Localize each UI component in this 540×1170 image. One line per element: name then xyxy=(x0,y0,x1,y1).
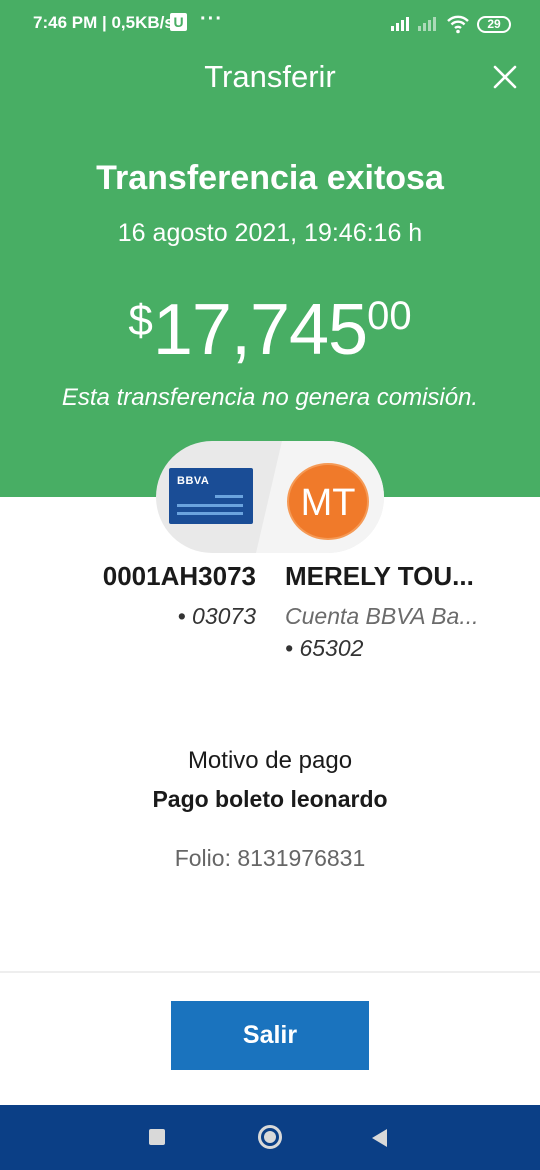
success-title: Transferencia exitosa xyxy=(96,159,444,197)
signal-icon xyxy=(391,17,413,31)
transfer-success-screen: 7:46 PM | 0,5KB/s U ··· 29 Transferir Tr… xyxy=(0,0,540,1170)
success-header: 7:46 PM | 0,5KB/s U ··· 29 Transferir Tr… xyxy=(0,0,540,497)
title-bar: Transferir xyxy=(0,56,540,98)
payment-motive-value: Pago boleto leonardo xyxy=(152,786,388,812)
transfer-amount: $17,74500 xyxy=(0,290,540,370)
amount-currency: $ xyxy=(128,296,153,345)
recipient-account-number: • 65302 xyxy=(285,635,364,661)
recent-apps-icon[interactable] xyxy=(149,1129,165,1145)
back-icon[interactable] xyxy=(372,1129,387,1147)
wifi-icon xyxy=(447,15,469,34)
signal-secondary-icon xyxy=(418,17,440,31)
recipient-name: MERELY TOU... xyxy=(285,561,474,591)
system-nav-bar xyxy=(0,1105,540,1170)
u-badge-icon: U xyxy=(170,13,187,31)
status-bar: 7:46 PM | 0,5KB/s U ··· 29 xyxy=(0,0,540,46)
close-icon[interactable] xyxy=(488,60,522,94)
commission-note: Esta transferencia no genera comisión. xyxy=(61,384,479,411)
exit-button[interactable]: Salir xyxy=(171,1001,369,1070)
bbva-logo: BBVA xyxy=(177,475,210,487)
bbva-card-icon: BBVA xyxy=(169,468,253,524)
status-time: 7:46 PM | 0,5KB/s xyxy=(33,13,174,32)
origin-account-name: 0001AH3073 xyxy=(102,561,256,591)
home-icon[interactable] xyxy=(258,1125,282,1149)
transfer-date: 16 agosto 2021, 19:46:16 h xyxy=(117,219,423,247)
payment-motive-label: Motivo de pago xyxy=(187,747,353,774)
battery-icon: 29 xyxy=(477,16,511,33)
amount-main: 17,745 xyxy=(152,290,368,370)
page-title: Transferir xyxy=(204,59,336,94)
amount-cents: 00 xyxy=(367,294,412,338)
origin-account-number: • 03073 xyxy=(177,603,256,629)
more-notifications-icon: ··· xyxy=(200,8,223,30)
divider xyxy=(0,971,540,973)
recipient-account-type: Cuenta BBVA Ba... xyxy=(285,603,479,629)
folio-number: Folio: 8131976831 xyxy=(174,845,366,871)
recipient-avatar: MT xyxy=(287,463,369,540)
